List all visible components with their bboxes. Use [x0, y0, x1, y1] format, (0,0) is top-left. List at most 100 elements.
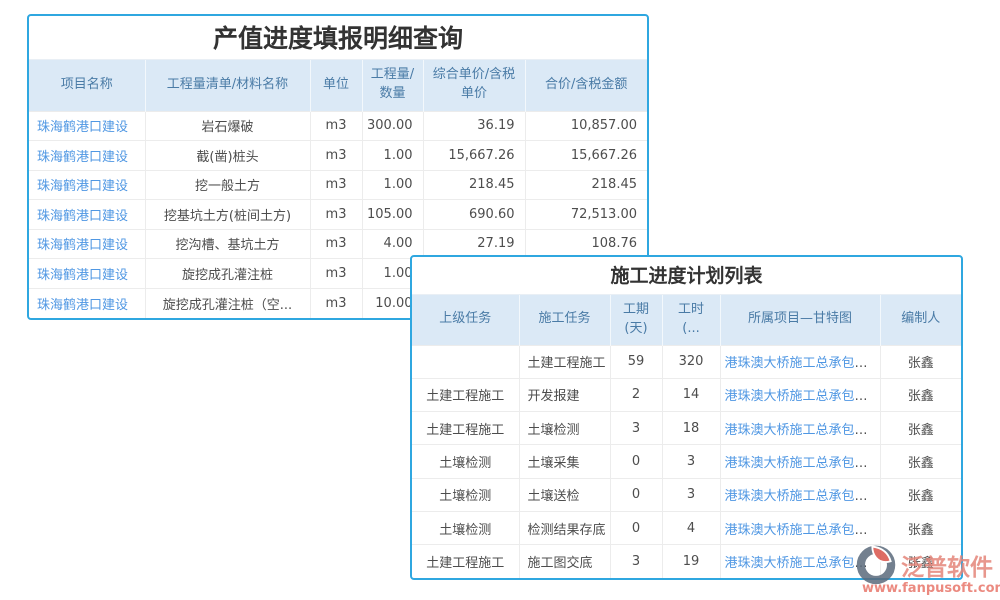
table-row: 土壤检测 土壤送检 0 3 港珠澳大桥施工总承包项目 张鑫 [412, 478, 961, 511]
col-header-parent-task: 上级任务 [412, 295, 519, 345]
col-header-hours: 工时(... [662, 295, 720, 345]
col-header-duration: 工期(天) [610, 295, 662, 345]
cell-author: 张鑫 [880, 445, 961, 478]
cell-quantity: 1.00 [362, 141, 423, 171]
fanpu-url-text: www.fanpusoft.com [862, 581, 1000, 596]
project-link[interactable]: 珠海鹤港口建设 [37, 150, 128, 165]
cell-task: 土壤检测 [519, 412, 610, 445]
cell-item: 挖基坑土方(桩间土方) [145, 200, 310, 230]
cell-unit: m3 [310, 288, 362, 318]
cell-duration: 3 [610, 412, 662, 445]
cell-parent-task: 土建工程施工 [412, 378, 519, 411]
table-row: 珠海鹤港口建设 截(凿)桩头 m3 1.00 15,667.26 15,667.… [29, 141, 647, 171]
query-table-title: 产值进度填报明细查询 [29, 16, 647, 60]
cell-task: 土建工程施工 [519, 345, 610, 378]
cell-hours: 3 [662, 445, 720, 478]
project-link[interactable]: 珠海鹤港口建设 [37, 209, 128, 224]
cell-quantity: 105.00 [362, 200, 423, 230]
cell-duration: 59 [610, 345, 662, 378]
cell-parent-task: 土建工程施工 [412, 412, 519, 445]
cell-item: 旋挖成孔灌注桩（空... [145, 288, 310, 318]
cell-hours: 3 [662, 478, 720, 511]
fanpu-brand-text: 泛普软件 [901, 548, 993, 582]
cell-unit-price: 690.60 [423, 200, 525, 230]
plan-table-card: 施工进度计划列表 上级任务 施工任务 工期(天) 工时(... 所属项目—甘特图… [410, 255, 963, 580]
cell-unit-price: 218.45 [423, 170, 525, 200]
cell-item: 截(凿)桩头 [145, 141, 310, 171]
table-row: 土建工程施工 开发报建 2 14 港珠澳大桥施工总承包项目 张鑫 [412, 378, 961, 411]
cell-hours: 14 [662, 378, 720, 411]
cell-hours: 4 [662, 511, 720, 544]
cell-unit: m3 [310, 141, 362, 171]
project-link[interactable]: 珠海鹤港口建设 [37, 298, 128, 313]
cell-task: 土壤采集 [519, 445, 610, 478]
cell-task: 检测结果存底 [519, 511, 610, 544]
cell-task: 开发报建 [519, 378, 610, 411]
plan-table: 上级任务 施工任务 工期(天) 工时(... 所属项目—甘特图 编制人 土建工程… [412, 295, 961, 578]
cell-unit-price: 15,667.26 [423, 141, 525, 171]
project-link[interactable]: 珠海鹤港口建设 [37, 179, 128, 194]
cell-total: 15,667.26 [525, 141, 647, 171]
project-link[interactable]: 珠海鹤港口建设 [37, 238, 128, 253]
project-link[interactable]: 珠海鹤港口建设 [37, 120, 128, 135]
table-row: 珠海鹤港口建设 挖一般土方 m3 1.00 218.45 218.45 [29, 170, 647, 200]
cell-duration: 0 [610, 445, 662, 478]
gantt-project-link[interactable]: 港珠澳大桥施工总承包项目 [725, 356, 881, 371]
cell-parent-task [412, 345, 519, 378]
fanpu-watermark: 泛普软件 www.fanpusoft.com [854, 541, 1000, 600]
cell-author: 张鑫 [880, 412, 961, 445]
cell-task: 施工图交底 [519, 545, 610, 578]
table-row: 土壤检测 土壤采集 0 3 港珠澳大桥施工总承包项目 张鑫 [412, 445, 961, 478]
col-header-project: 项目名称 [29, 60, 145, 111]
cell-unit: m3 [310, 200, 362, 230]
cell-hours: 320 [662, 345, 720, 378]
gantt-project-link[interactable]: 港珠澳大桥施工总承包项目 [725, 456, 881, 471]
cell-parent-task: 土建工程施工 [412, 545, 519, 578]
col-header-unit-price: 综合单价/含税单价 [423, 60, 525, 111]
col-header-gantt: 所属项目—甘特图 [720, 295, 880, 345]
cell-item: 岩石爆破 [145, 111, 310, 141]
table-row: 土建工程施工 土壤检测 3 18 港珠澳大桥施工总承包项目 张鑫 [412, 412, 961, 445]
cell-total: 72,513.00 [525, 200, 647, 230]
cell-quantity: 1.00 [362, 170, 423, 200]
col-header-total: 合价/含税金额 [525, 60, 647, 111]
plan-table-title: 施工进度计划列表 [412, 257, 961, 295]
cell-unit: m3 [310, 111, 362, 141]
gantt-project-link[interactable]: 港珠澳大桥施工总承包项目 [725, 523, 881, 538]
table-row: 土壤检测 检测结果存底 0 4 港珠澳大桥施工总承包项目 张鑫 [412, 511, 961, 544]
col-header-item: 工程量清单/材料名称 [145, 60, 310, 111]
col-header-task: 施工任务 [519, 295, 610, 345]
cell-unit: m3 [310, 229, 362, 259]
cell-hours: 18 [662, 412, 720, 445]
cell-duration: 0 [610, 511, 662, 544]
query-header-row: 项目名称 工程量清单/材料名称 单位 工程量/数量 综合单价/含税单价 合价/含… [29, 60, 647, 111]
col-header-unit: 单位 [310, 60, 362, 111]
cell-task: 土壤送检 [519, 478, 610, 511]
gantt-project-link[interactable]: 港珠澳大桥施工总承包项目 [725, 423, 881, 438]
cell-unit-price: 36.19 [423, 111, 525, 141]
cell-hours: 19 [662, 545, 720, 578]
project-link[interactable]: 珠海鹤港口建设 [37, 268, 128, 283]
cell-parent-task: 土壤检测 [412, 478, 519, 511]
cell-item: 挖一般土方 [145, 170, 310, 200]
cell-duration: 3 [610, 545, 662, 578]
plan-header-row: 上级任务 施工任务 工期(天) 工时(... 所属项目—甘特图 编制人 [412, 295, 961, 345]
cell-total: 10,857.00 [525, 111, 647, 141]
table-row: 珠海鹤港口建设 挖基坑土方(桩间土方) m3 105.00 690.60 72,… [29, 200, 647, 230]
cell-unit: m3 [310, 259, 362, 289]
cell-item: 旋挖成孔灌注桩 [145, 259, 310, 289]
cell-quantity: 300.00 [362, 111, 423, 141]
cell-unit: m3 [310, 170, 362, 200]
table-row: 珠海鹤港口建设 岩石爆破 m3 300.00 36.19 10,857.00 [29, 111, 647, 141]
cell-author: 张鑫 [880, 511, 961, 544]
cell-parent-task: 土壤检测 [412, 511, 519, 544]
cell-author: 张鑫 [880, 478, 961, 511]
gantt-project-link[interactable]: 港珠澳大桥施工总承包项目 [725, 389, 881, 404]
cell-duration: 2 [610, 378, 662, 411]
gantt-project-link[interactable]: 港珠澳大桥施工总承包项目 [725, 489, 881, 504]
col-header-quantity: 工程量/数量 [362, 60, 423, 111]
table-row: 土建工程施工 59 320 港珠澳大桥施工总承包项目 张鑫 [412, 345, 961, 378]
cell-item: 挖沟槽、基坑土方 [145, 229, 310, 259]
cell-total: 218.45 [525, 170, 647, 200]
cell-duration: 0 [610, 478, 662, 511]
